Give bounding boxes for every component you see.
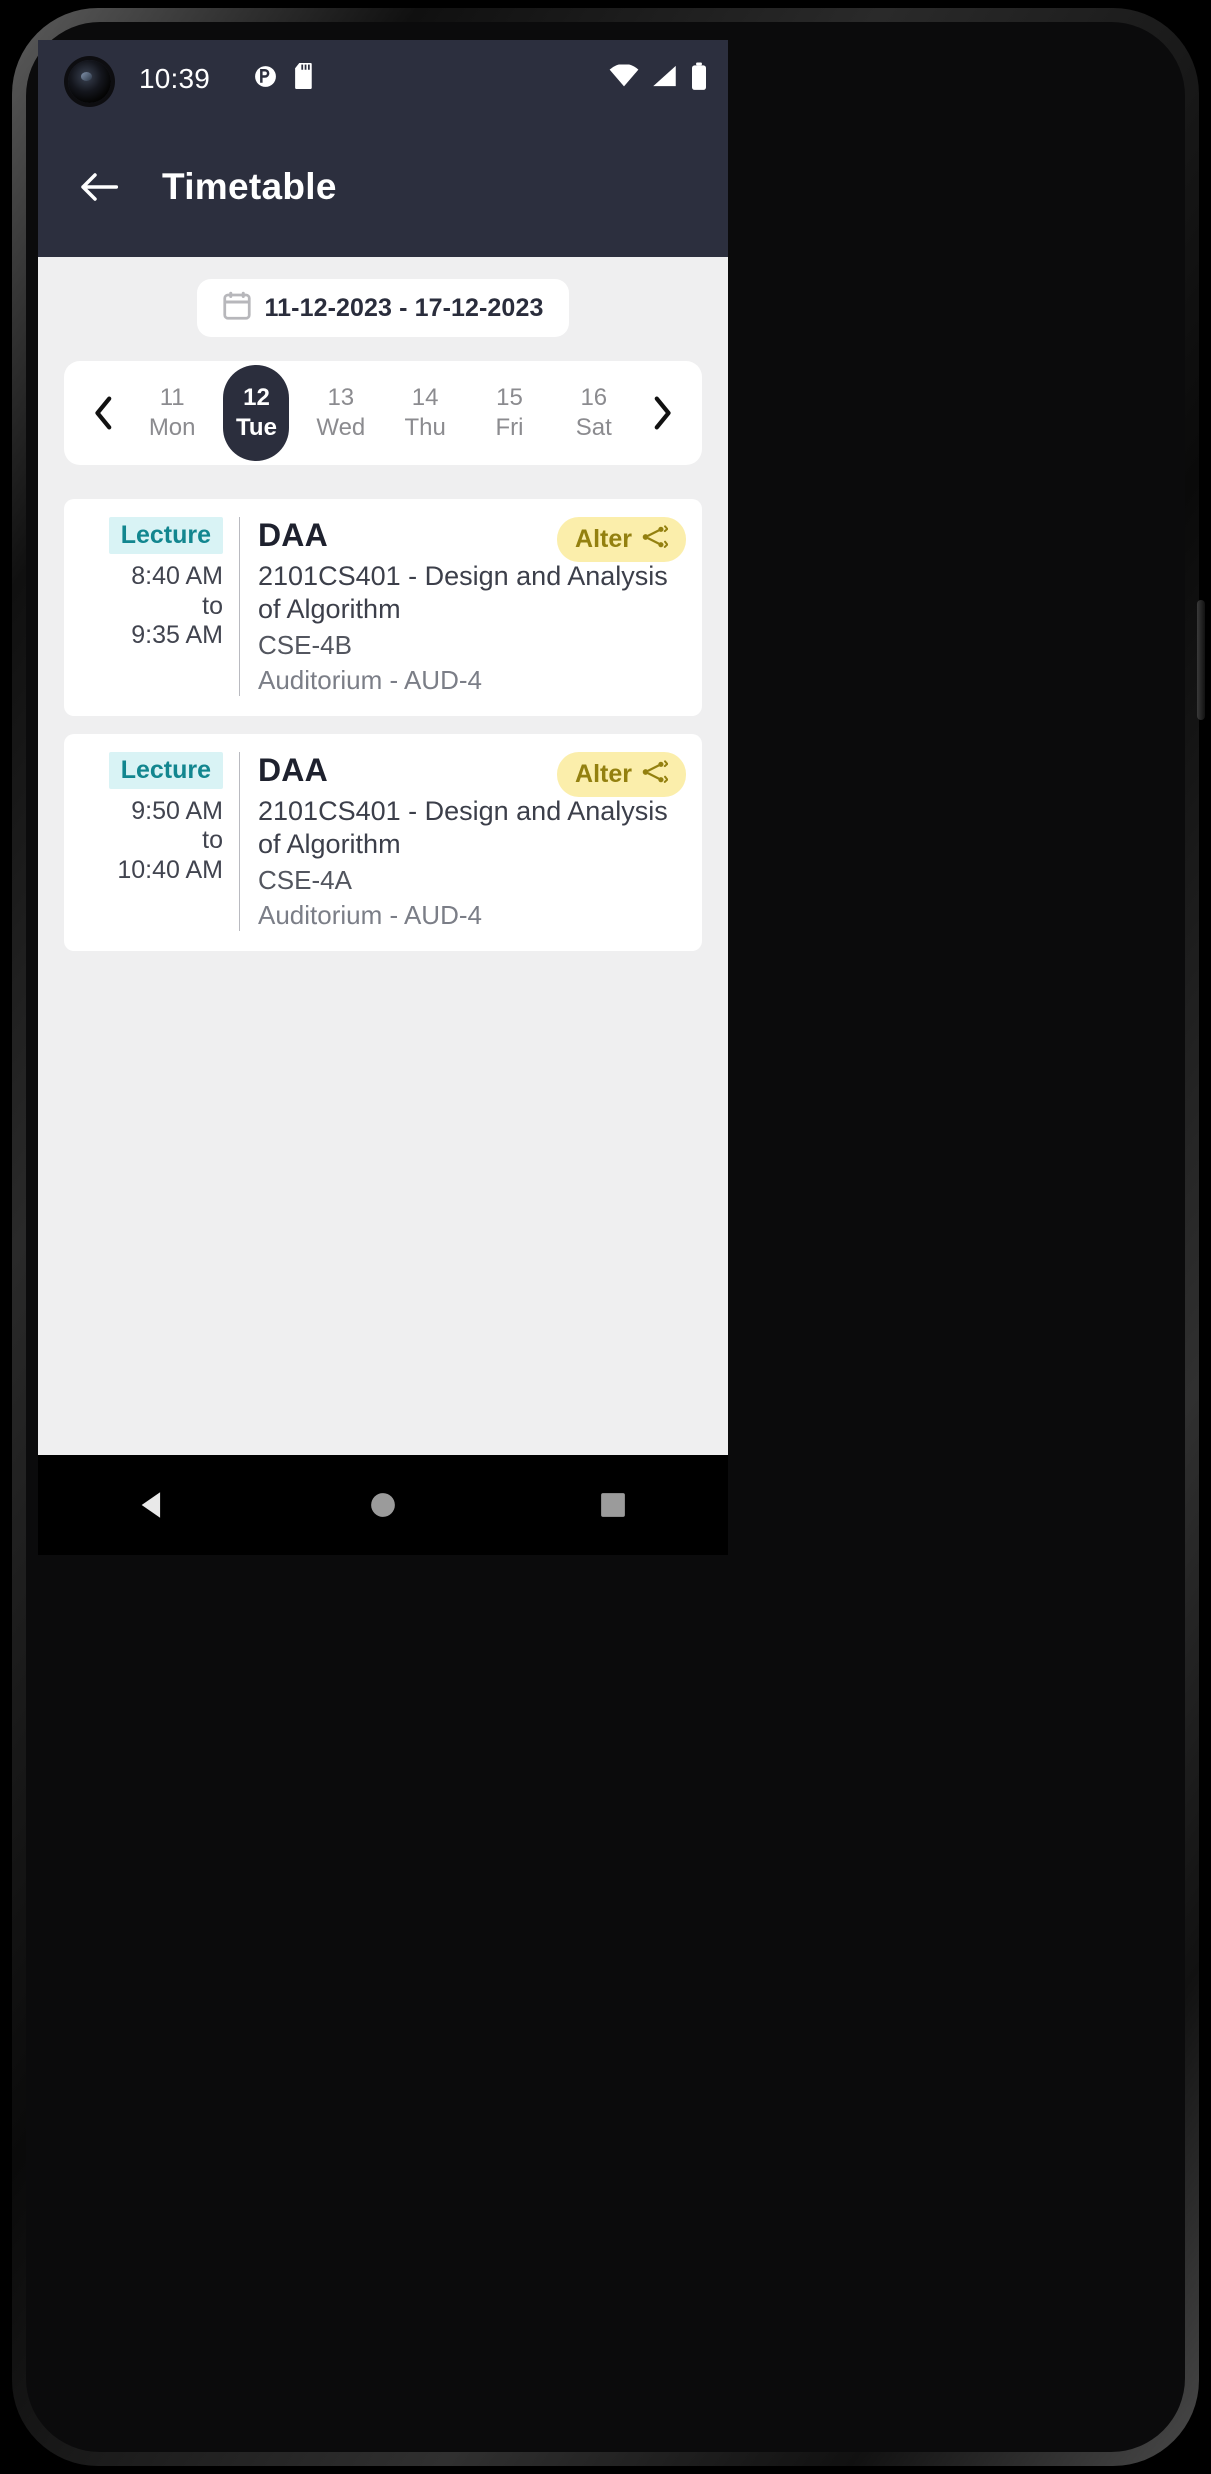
day-cell-wed[interactable]: 13 Wed bbox=[308, 365, 374, 461]
day-name: Sat bbox=[575, 414, 612, 441]
date-range-picker[interactable]: 11-12-2023 - 17-12-2023 bbox=[196, 279, 570, 337]
battery-icon bbox=[690, 62, 708, 95]
lecture-room: Auditorium - AUD-4 bbox=[258, 899, 482, 930]
alter-button[interactable]: Alter bbox=[557, 517, 686, 562]
app-bar: Timetable bbox=[38, 117, 728, 257]
alter-button-label: Alter bbox=[575, 525, 632, 553]
phone-screen: 10:39 Timetable 11-12-2023 - 17-12-2023 … bbox=[38, 40, 728, 1455]
arrow-left-icon bbox=[81, 173, 119, 201]
front-camera-punch-hole bbox=[68, 60, 111, 103]
nav-recents-button[interactable] bbox=[568, 1475, 658, 1535]
lecture-detail-column: Alter DAA 2101CS401 - Design and Analysi… bbox=[240, 517, 686, 696]
next-week-button[interactable] bbox=[636, 387, 688, 439]
chevron-left-icon bbox=[95, 396, 112, 430]
lecture-type-badge: Lecture bbox=[108, 751, 223, 789]
day-name: Mon bbox=[148, 414, 196, 441]
day-cell-sat[interactable]: 16 Sat bbox=[561, 365, 627, 461]
day-cell-tue[interactable]: 12 Tue bbox=[223, 365, 290, 461]
nav-home-button[interactable] bbox=[338, 1475, 428, 1535]
page-title: Timetable bbox=[162, 166, 337, 207]
sd-card-icon bbox=[294, 62, 317, 95]
day-name: Tue bbox=[236, 414, 277, 441]
day-name: Thu bbox=[404, 414, 446, 441]
lecture-course-name: 2101CS401 - Design and Analysis of Algor… bbox=[258, 561, 668, 624]
lecture-list: Lecture 8:40 AM to 9:35 AM Alter DAA 210… bbox=[64, 499, 702, 951]
lecture-card[interactable]: Lecture 8:40 AM to 9:35 AM Alter DAA 210… bbox=[64, 499, 702, 716]
lecture-time-separator: to bbox=[202, 826, 223, 855]
android-navigation-bar bbox=[38, 1455, 728, 1555]
calendar-icon bbox=[222, 291, 251, 326]
do-not-disturb-icon bbox=[253, 64, 278, 94]
circle-home-icon bbox=[371, 1493, 395, 1517]
status-bar: 10:39 bbox=[38, 40, 728, 117]
lecture-batch: CSE-4B bbox=[258, 629, 352, 660]
day-number: 15 bbox=[496, 384, 523, 411]
day-name: Wed bbox=[316, 414, 366, 441]
day-number: 16 bbox=[580, 384, 608, 411]
lecture-start-time: 8:40 AM bbox=[131, 562, 223, 590]
day-number: 11 bbox=[159, 384, 185, 411]
lecture-course-name: 2101CS401 - Design and Analysis of Algor… bbox=[258, 795, 668, 859]
day-selector: 11 Mon 12 Tue 13 Wed 14 Thu 15 Fri 16 Sa… bbox=[64, 361, 702, 465]
share-nodes-icon bbox=[642, 525, 669, 554]
nav-back-button[interactable] bbox=[108, 1475, 198, 1535]
alter-button-label: Alter bbox=[575, 759, 632, 788]
lecture-time-column: Lecture 8:40 AM to 9:35 AM bbox=[80, 517, 240, 696]
previous-week-button[interactable] bbox=[78, 387, 130, 439]
day-cell-fri[interactable]: 15 Fri bbox=[476, 365, 542, 461]
share-nodes-icon bbox=[642, 760, 669, 789]
alter-button[interactable]: Alter bbox=[557, 751, 686, 797]
status-bar-right-icons bbox=[609, 62, 708, 95]
lecture-time-separator: to bbox=[202, 591, 223, 620]
lecture-batch: CSE-4A bbox=[258, 864, 352, 895]
day-number: 14 bbox=[411, 384, 439, 411]
phone-frame: 10:39 Timetable 11-12-2023 - 17-12-2023 … bbox=[0, 0, 1211, 2474]
day-list: 11 Mon 12 Tue 13 Wed 14 Thu 15 Fri 16 Sa… bbox=[130, 365, 636, 461]
lecture-detail-column: Alter DAA 2101CS401 - Design and Analysi… bbox=[240, 751, 686, 931]
lecture-end-time: 9:35 AM bbox=[131, 621, 223, 649]
day-cell-thu[interactable]: 14 Thu bbox=[392, 365, 458, 461]
day-number: 12 bbox=[243, 384, 270, 411]
power-button[interactable] bbox=[1197, 600, 1205, 720]
wifi-icon bbox=[609, 63, 639, 93]
status-bar-clock: 10:39 bbox=[139, 62, 211, 94]
day-cell-mon[interactable]: 11 Mon bbox=[139, 365, 205, 461]
lecture-time-column: Lecture 9:50 AM to 10:40 AM bbox=[80, 751, 240, 931]
triangle-back-icon bbox=[141, 1492, 161, 1518]
lecture-start-time: 9:50 AM bbox=[131, 796, 223, 825]
lecture-card[interactable]: Lecture 9:50 AM to 10:40 AM Alter DAA 21… bbox=[64, 733, 702, 951]
lecture-type-badge: Lecture bbox=[108, 517, 223, 554]
status-bar-left-icons bbox=[253, 62, 317, 95]
day-number: 13 bbox=[327, 384, 355, 411]
day-name: Fri bbox=[495, 414, 524, 441]
main-content: 11-12-2023 - 17-12-2023 11 Mon 12 Tue 13… bbox=[38, 257, 728, 1455]
back-button[interactable] bbox=[72, 160, 126, 214]
square-recents-icon bbox=[601, 1493, 625, 1517]
chevron-right-icon bbox=[654, 396, 671, 430]
lecture-room: Auditorium - AUD-4 bbox=[258, 664, 482, 695]
date-range-label: 11-12-2023 - 17-12-2023 bbox=[264, 293, 544, 322]
lecture-end-time: 10:40 AM bbox=[117, 855, 223, 884]
cellular-signal-icon bbox=[651, 65, 678, 93]
date-range-wrapper: 11-12-2023 - 17-12-2023 bbox=[64, 257, 702, 337]
